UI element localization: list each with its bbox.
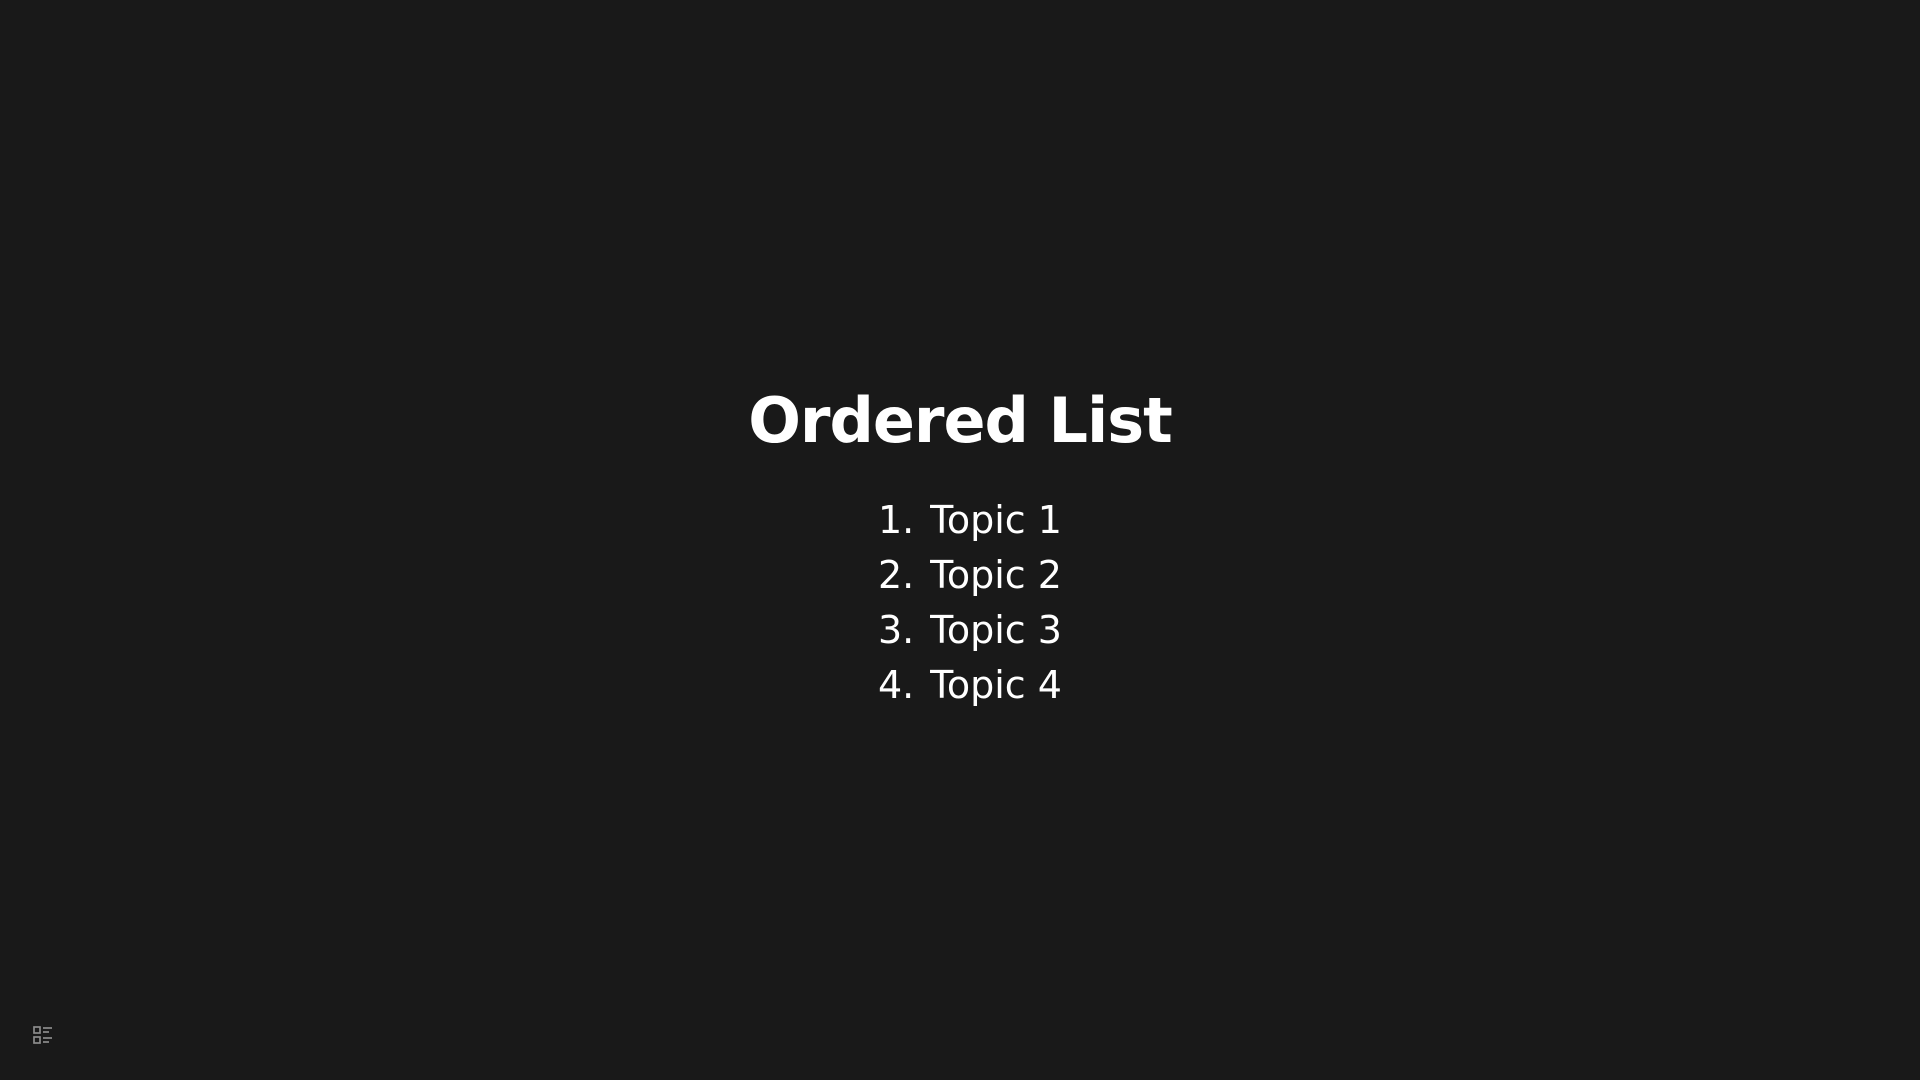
table-of-contents-button[interactable] [28, 1021, 58, 1051]
list-item-label: Topic 2 [930, 553, 1062, 597]
list-item-topic-4: 4. Topic 4 [878, 658, 1062, 713]
slide-title: Ordered List [748, 384, 1173, 457]
list-item-number: 4. [878, 663, 915, 707]
presentation-slide: Ordered List 1. Topic 1 2. Topic 2 3. To… [0, 0, 1920, 1080]
list-item-topic-3: 3. Topic 3 [878, 603, 1062, 658]
list-item-number: 2. [878, 553, 915, 597]
list-item-number: 1. [878, 498, 915, 542]
list-item-label: Topic 1 [930, 498, 1062, 542]
list-item-label: Topic 3 [930, 608, 1062, 652]
list-item-topic-2: 2. Topic 2 [878, 548, 1062, 603]
list-item-topic-1: 1. Topic 1 [878, 493, 1062, 548]
list-item-label: Topic 4 [930, 663, 1062, 707]
list-item-number: 3. [878, 608, 915, 652]
table-of-contents-icon [33, 1026, 52, 1044]
ordered-topic-list: 1. Topic 1 2. Topic 2 3. Topic 3 4. Topi… [878, 493, 1062, 713]
